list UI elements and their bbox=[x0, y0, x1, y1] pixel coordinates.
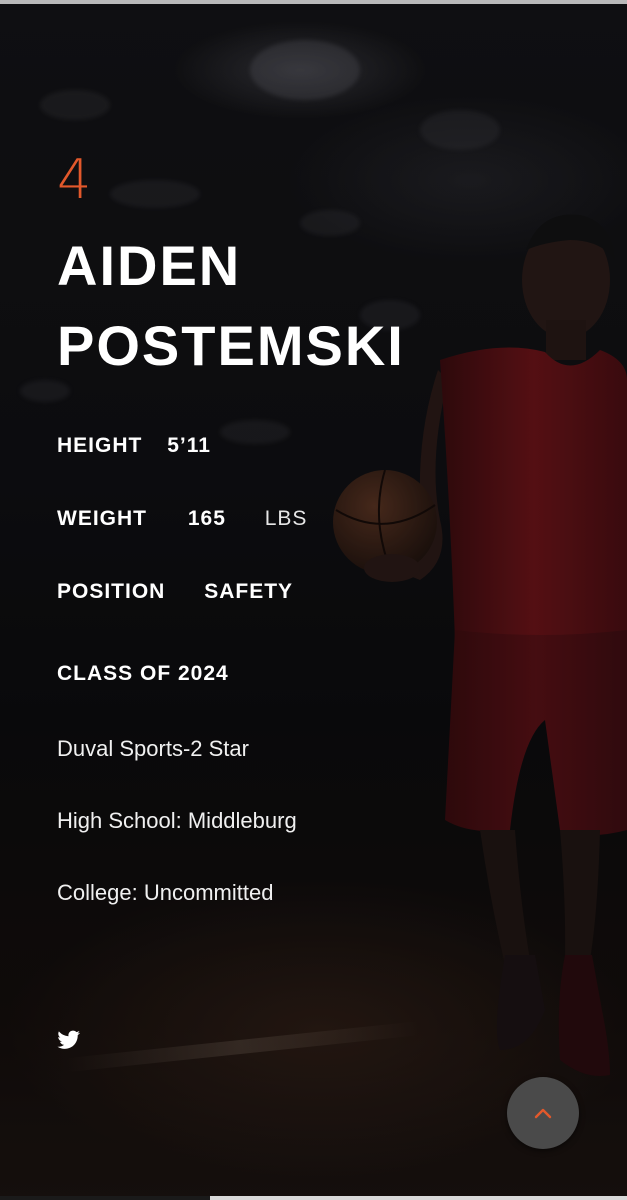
jersey-number: 4 bbox=[57, 148, 92, 211]
chevron-up-icon bbox=[534, 1108, 552, 1119]
player-name: AIDEN POSTEMSKI bbox=[57, 226, 405, 386]
position-row: POSITION SAFETY bbox=[57, 580, 293, 610]
player-first-name: AIDEN bbox=[57, 234, 242, 297]
college-text: College: Uncommitted bbox=[57, 880, 274, 905]
class-of: CLASS OF 2024 bbox=[57, 662, 229, 685]
position-label: POSITION bbox=[57, 580, 166, 604]
height-row: HEIGHT 5’11 bbox=[57, 434, 211, 464]
player-last-name: POSTEMSKI bbox=[57, 314, 405, 377]
weight-row: WEIGHT 165 LBS bbox=[57, 507, 307, 537]
position-value: SAFETY bbox=[204, 580, 294, 604]
rating-text: Duval Sports-2 Star bbox=[57, 736, 249, 761]
height-label: HEIGHT bbox=[57, 434, 143, 458]
twitter-icon[interactable] bbox=[57, 1028, 81, 1052]
bottom-edge bbox=[0, 1196, 627, 1200]
player-profile-page: 4 AIDEN POSTEMSKI HEIGHT 5’11 WEIGHT 165… bbox=[0, 0, 627, 1200]
high-school-text: High School: Middleburg bbox=[57, 808, 297, 833]
weight-label: WEIGHT bbox=[57, 507, 147, 531]
height-value: 5’11 bbox=[167, 434, 211, 458]
weight-value: 165 bbox=[187, 507, 226, 531]
weight-unit: LBS bbox=[264, 507, 308, 531]
back-to-top-button[interactable] bbox=[507, 1077, 579, 1149]
